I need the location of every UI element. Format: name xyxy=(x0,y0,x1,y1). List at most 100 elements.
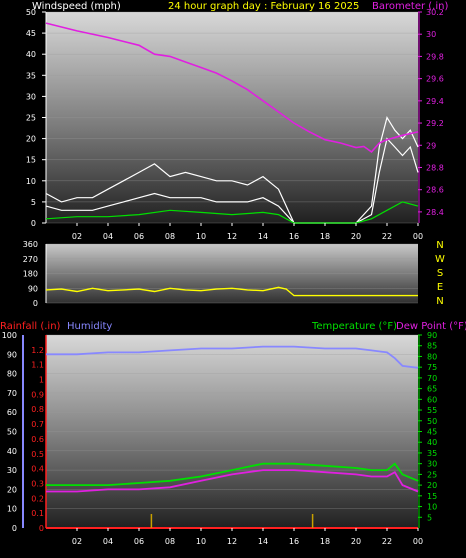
windspeed-label: Windspeed (mph) xyxy=(32,1,121,12)
rain-y-tick: 1.1 xyxy=(31,361,44,370)
wind-y-axis: 0 5 10 15 20 25 30 35 40 45 50 xyxy=(26,8,47,228)
wind-x-tick: 18 xyxy=(320,232,330,241)
wind-x-tick: 16 xyxy=(289,232,299,241)
barometer-y-tick: 30.2 xyxy=(426,8,444,17)
temp-y-tick: 40 xyxy=(427,438,437,447)
rain-y-tick: 1.2 xyxy=(31,346,44,355)
barometer-y-tick: 29.6 xyxy=(426,75,444,84)
rain-y-tick: 0.2 xyxy=(31,494,44,503)
temp-y-tick: 30 xyxy=(427,460,437,469)
temp-y-tick: 70 xyxy=(427,374,437,383)
wind-y-tick: 45 xyxy=(26,29,36,38)
temp-x-tick: 14 xyxy=(258,537,268,546)
barometer-y-tick: 28.4 xyxy=(426,208,444,217)
direction-y-tick: 90 xyxy=(28,284,38,293)
temp-x-tick: 02 xyxy=(72,537,82,546)
rain-y-tick: 1 xyxy=(39,376,44,385)
wind-x-tick: 14 xyxy=(258,232,268,241)
temp-y-tick: 20 xyxy=(427,481,437,490)
temp-y-tick: 60 xyxy=(427,395,437,404)
temp-y-tick: 15 xyxy=(427,492,437,501)
wind-y-tick: 15 xyxy=(26,156,36,165)
barometer-y-tick: 29 xyxy=(426,141,436,150)
temp-x-tick: 18 xyxy=(320,537,330,546)
rain-y-tick: 0.4 xyxy=(31,465,44,474)
humidity-y-tick: 80 xyxy=(7,370,17,379)
temp-y-tick: 5 xyxy=(427,513,432,522)
wind-x-tick: 06 xyxy=(134,232,144,241)
temp-x-tick: 08 xyxy=(165,537,175,546)
compass-labels: NWSEN xyxy=(435,240,445,307)
rain-y-axis: 0 0.1 0.2 0.3 0.4 0.5 0.6 0.7 0.8 0.9 1 1.1 1.2 xyxy=(31,335,47,533)
wind-x-tick: 02 xyxy=(72,232,82,241)
temp-y-tick: 10 xyxy=(427,503,437,512)
temp-x-tick: 12 xyxy=(227,537,237,546)
chart-title: 24 hour graph day : February 16 2025 xyxy=(168,1,359,12)
temp-x-tick: 04 xyxy=(103,537,113,546)
temp-y-tick: 80 xyxy=(427,352,437,361)
temp-x-tick: 20 xyxy=(351,537,361,546)
wind-y-tick: 25 xyxy=(26,114,36,123)
direction-y-tick: 270 xyxy=(23,255,38,264)
barometer-y-tick: 29.2 xyxy=(426,119,444,128)
barometer-y-tick: 28.8 xyxy=(426,163,444,172)
temp-y-tick: 45 xyxy=(427,428,437,437)
weather-graph: Windspeed (mph) 24 hour graph day : Febr… xyxy=(0,0,466,554)
humidity-y-tick: 90 xyxy=(7,350,17,359)
wind-x-tick: 22 xyxy=(382,232,392,241)
rain-y-tick: 0.7 xyxy=(31,420,44,429)
humidity-y-tick: 0 xyxy=(12,524,17,533)
temp-y-tick: 90 xyxy=(427,331,437,340)
wind-x-tick: 04 xyxy=(103,232,113,241)
barometer-y-tick: 28.6 xyxy=(426,186,444,195)
humidity-y-axis: 0 10 20 30 40 50 60 70 80 90 100 xyxy=(2,331,24,533)
rain-y-tick: 0.5 xyxy=(31,450,44,459)
rain-y-tick: 0.1 xyxy=(31,509,44,518)
temperature-label: Temperature (°F) xyxy=(311,321,397,332)
wind-x-tick: 10 xyxy=(196,232,206,241)
temp-x-tick: 00 xyxy=(413,537,423,546)
temp-y-tick: 50 xyxy=(427,417,437,426)
rain-y-tick: 0.8 xyxy=(31,405,44,414)
direction-y-tick: 0 xyxy=(33,299,38,308)
wind-x-tick: 20 xyxy=(351,232,361,241)
temp-y-tick: 55 xyxy=(427,406,437,415)
temp-y-axis: 51015202530354045505560657075808590 xyxy=(418,331,437,528)
compass-label: N xyxy=(436,240,443,251)
barometer-y-tick: 29.4 xyxy=(426,97,444,106)
compass-label: W xyxy=(435,254,445,265)
wind-x-tick: 12 xyxy=(227,232,237,241)
temp-x-tick: 06 xyxy=(134,537,144,546)
temp-y-tick: 25 xyxy=(427,470,437,479)
rain-y-tick: 0.3 xyxy=(31,479,44,488)
direction-y-tick: 180 xyxy=(23,270,38,279)
wind-x-axis: 02 04 06 08 10 12 14 16 18 20 22 00 xyxy=(72,223,423,241)
weather-graph-svg: Windspeed (mph) 24 hour graph day : Febr… xyxy=(0,1,466,546)
barometer-y-tick: 29.8 xyxy=(426,52,444,61)
wind-y-tick: 35 xyxy=(26,71,36,80)
rain-y-tick: 0.6 xyxy=(31,435,44,444)
barometer-y-tick: 30 xyxy=(426,30,436,39)
rain-y-tick: 0.9 xyxy=(31,390,44,399)
humidity-y-tick: 40 xyxy=(7,447,17,456)
temp-y-tick: 75 xyxy=(427,363,437,372)
direction-y-tick: 360 xyxy=(23,240,38,249)
temp-x-tick: 22 xyxy=(382,537,392,546)
humidity-y-tick: 30 xyxy=(7,466,17,475)
wind-y-tick: 5 xyxy=(31,198,36,207)
humidity-label: Humidity xyxy=(67,321,112,332)
wind-y-tick: 0 xyxy=(31,219,36,228)
humidity-y-tick: 60 xyxy=(7,408,17,417)
temp-y-tick: 35 xyxy=(427,449,437,458)
direction-y-axis: 0 90 180 270 360 xyxy=(23,240,47,308)
temp-y-tick: 85 xyxy=(427,342,437,351)
barometer-y-axis: 28.4 28.6 28.8 29 29.2 29.4 29.6 29.8 30 30.2 xyxy=(418,8,444,223)
wind-y-tick: 20 xyxy=(26,135,36,144)
wind-x-tick: 00 xyxy=(413,232,423,241)
humidity-y-tick: 50 xyxy=(7,428,17,437)
wind-x-tick: 08 xyxy=(165,232,175,241)
humidity-y-tick: 20 xyxy=(7,485,17,494)
wind-y-tick: 50 xyxy=(26,8,36,17)
compass-label: N xyxy=(436,296,443,307)
rain-y-tick: 0 xyxy=(39,524,44,533)
